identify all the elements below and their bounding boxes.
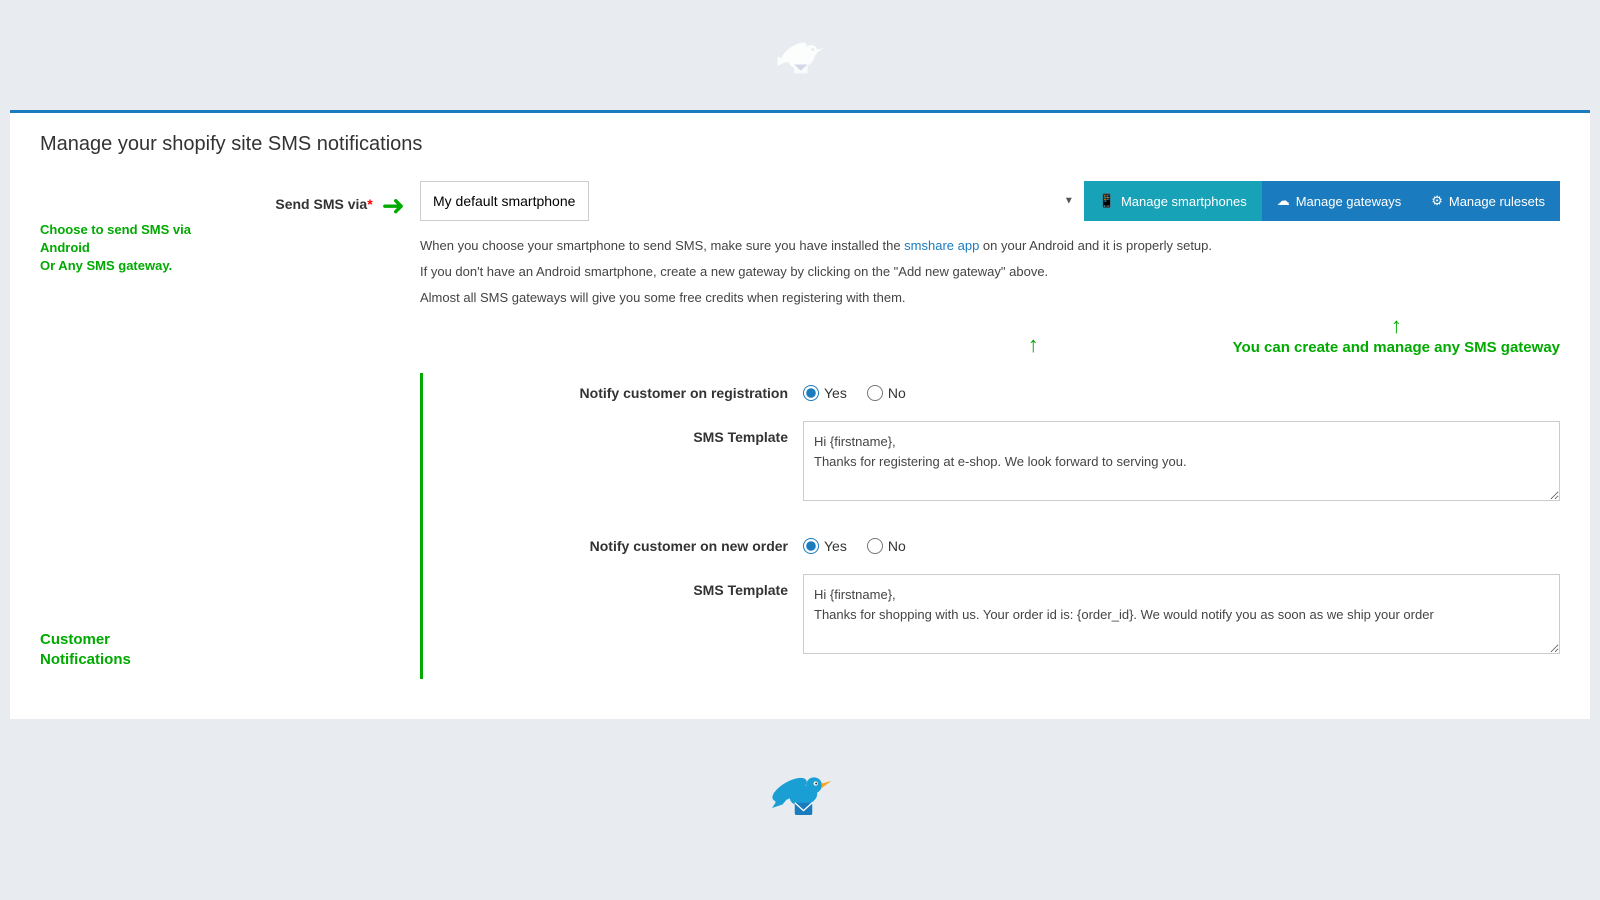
sidebar-label-col: CustomerNotifications bbox=[40, 373, 420, 679]
registration-yes-radio[interactable] bbox=[803, 385, 819, 401]
registration-no-text: No bbox=[888, 385, 906, 401]
smartphone-icon: 📱 bbox=[1099, 193, 1115, 209]
section-with-sidebar: CustomerNotifications Notify customer on… bbox=[40, 373, 1560, 679]
logo-bird-top bbox=[770, 30, 830, 90]
new-order-block: Notify customer on new order Yes No bbox=[423, 526, 1560, 669]
new-order-yes-text: Yes bbox=[824, 538, 847, 554]
send-sms-label-col: Send SMS via* ➜ Choose to send SMS via A… bbox=[40, 181, 420, 222]
annotation-right: You can create and manage any SMS gatewa… bbox=[1233, 339, 1560, 356]
new-order-no-radio[interactable] bbox=[867, 538, 883, 554]
page-title: Manage your shopify site SMS notificatio… bbox=[40, 133, 1560, 156]
send-sms-row: Send SMS via* ➜ Choose to send SMS via A… bbox=[40, 181, 1560, 358]
new-order-row: Notify customer on new order Yes No bbox=[423, 526, 1560, 566]
gateways-btn-label: Manage gateways bbox=[1296, 194, 1402, 209]
gateway-annotation-container: ↑ ↑ You can create and manage any SMS ga… bbox=[420, 313, 1560, 358]
manage-rulesets-button[interactable]: ⚙ Manage rulesets bbox=[1416, 181, 1560, 221]
new-order-template-label: SMS Template bbox=[423, 574, 803, 598]
rulesets-icon: ⚙ bbox=[1431, 193, 1443, 209]
new-order-radio-group: Yes No bbox=[803, 538, 906, 554]
registration-yes-text: Yes bbox=[824, 385, 847, 401]
registration-no-radio[interactable] bbox=[867, 385, 883, 401]
info-line3: Almost all SMS gateways will give you so… bbox=[420, 288, 1560, 309]
new-order-no-text: No bbox=[888, 538, 906, 554]
new-order-yes-label[interactable]: Yes bbox=[803, 538, 847, 554]
annotation-line1: Choose to send SMS via Android bbox=[40, 222, 191, 255]
bottom-section: CustomerNotifications Notify customer on… bbox=[40, 373, 1560, 679]
new-order-template-row: SMS Template Hi {firstname}, Thanks for … bbox=[423, 566, 1560, 669]
registration-template-label: SMS Template bbox=[423, 421, 803, 445]
new-order-no-label[interactable]: No bbox=[867, 538, 906, 554]
toolbar-buttons: 📱 Manage smartphones ☁ Manage gateways ⚙… bbox=[1084, 181, 1560, 221]
annotation-left: Choose to send SMS via Android Or Any SM… bbox=[40, 221, 240, 276]
customer-notifications-label: CustomerNotifications bbox=[40, 630, 131, 669]
logo-bird-bottom bbox=[765, 759, 835, 829]
info-line2: If you don't have an Android smartphone,… bbox=[420, 262, 1560, 283]
dropdown-wrapper: My default smartphone bbox=[420, 181, 1084, 221]
manage-smartphones-button[interactable]: 📱 Manage smartphones bbox=[1084, 181, 1262, 221]
new-order-template-textarea[interactable]: Hi {firstname}, Thanks for shopping with… bbox=[803, 574, 1560, 654]
manage-gateways-button[interactable]: ☁ Manage gateways bbox=[1262, 181, 1417, 221]
registration-no-label[interactable]: No bbox=[867, 385, 906, 401]
send-sms-label: Send SMS via* bbox=[275, 196, 372, 212]
cloud-icon: ☁ bbox=[1277, 193, 1290, 209]
new-order-yes-radio[interactable] bbox=[803, 538, 819, 554]
up-arrow-icon: ↑ bbox=[1028, 332, 1039, 358]
annotation-line2: Or Any SMS gateway. bbox=[40, 258, 172, 273]
send-sms-text: Send SMS via bbox=[275, 196, 367, 212]
new-order-label: Notify customer on new order bbox=[423, 538, 803, 554]
gateway-vertical-arrow: ↑ bbox=[1233, 313, 1560, 339]
registration-block: Notify customer on registration Yes No bbox=[423, 373, 1560, 516]
smshare-link[interactable]: smshare app bbox=[904, 238, 979, 253]
top-header bbox=[0, 0, 1600, 110]
info-line1: When you choose your smartphone to send … bbox=[420, 236, 1560, 257]
registration-row: Notify customer on registration Yes No bbox=[423, 373, 1560, 413]
right-col: My default smartphone 📱 Manage smartphon… bbox=[420, 181, 1560, 358]
registration-label: Notify customer on registration bbox=[423, 385, 803, 401]
dropdown-btn-row: My default smartphone 📱 Manage smartphon… bbox=[420, 181, 1560, 221]
notifications-content: Notify customer on registration Yes No bbox=[420, 373, 1560, 679]
send-sms-arrow: ➜ bbox=[382, 189, 405, 222]
bottom-footer bbox=[0, 719, 1600, 859]
smartphone-select[interactable]: My default smartphone bbox=[420, 181, 589, 221]
registration-radio-group: Yes No bbox=[803, 385, 906, 401]
gateway-annotation-block: ↑ You can create and manage any SMS gate… bbox=[1233, 313, 1560, 356]
smartphones-btn-label: Manage smartphones bbox=[1121, 194, 1247, 209]
required-star: * bbox=[367, 196, 372, 212]
registration-template-textarea[interactable]: Hi {firstname}, Thanks for registering a… bbox=[803, 421, 1560, 501]
main-container: Manage your shopify site SMS notificatio… bbox=[10, 110, 1590, 719]
registration-yes-label[interactable]: Yes bbox=[803, 385, 847, 401]
registration-template-row: SMS Template Hi {firstname}, Thanks for … bbox=[423, 413, 1560, 516]
rulesets-btn-label: Manage rulesets bbox=[1449, 194, 1545, 209]
